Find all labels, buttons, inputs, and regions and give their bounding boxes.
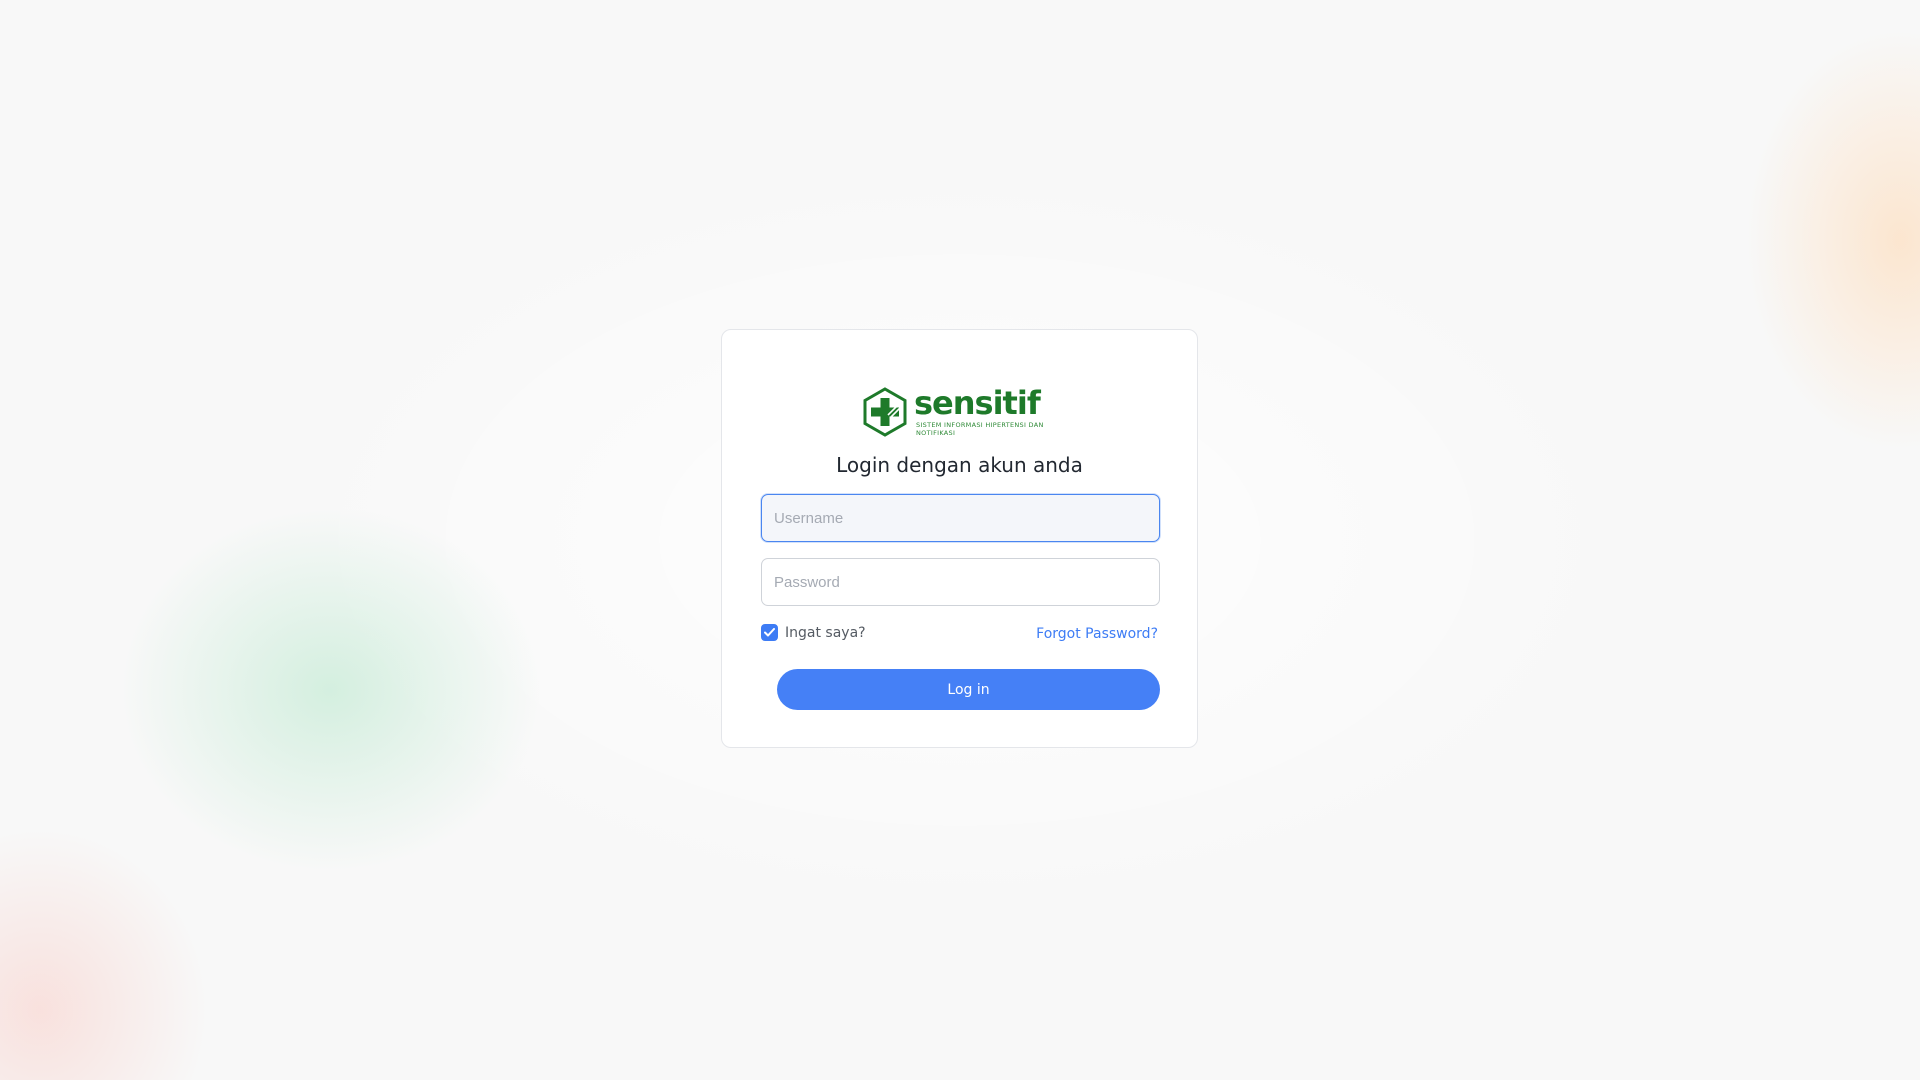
login-title: Login dengan akun anda [836, 453, 1083, 477]
app-logo: sensitif SISTEM INFORMASI HIPERTENSI DAN… [862, 384, 1052, 437]
remember-me-label: Ingat saya? [785, 624, 866, 641]
username-input[interactable] [761, 494, 1160, 542]
forgot-password-link[interactable]: Forgot Password? [1036, 626, 1158, 642]
password-input[interactable] [761, 558, 1160, 606]
remember-me-toggle[interactable]: Ingat saya? [761, 624, 866, 641]
check-icon [764, 628, 775, 637]
login-button[interactable]: Log in [777, 669, 1160, 710]
login-card: sensitif SISTEM INFORMASI HIPERTENSI DAN… [721, 329, 1198, 748]
remember-me-checkbox[interactable] [761, 624, 778, 641]
logo-tagline: SISTEM INFORMASI HIPERTENSI DAN NOTIFIKA… [916, 421, 1044, 437]
hexagon-medical-cross-icon [863, 387, 907, 437]
logo-wordmark: sensitif [914, 384, 1041, 422]
